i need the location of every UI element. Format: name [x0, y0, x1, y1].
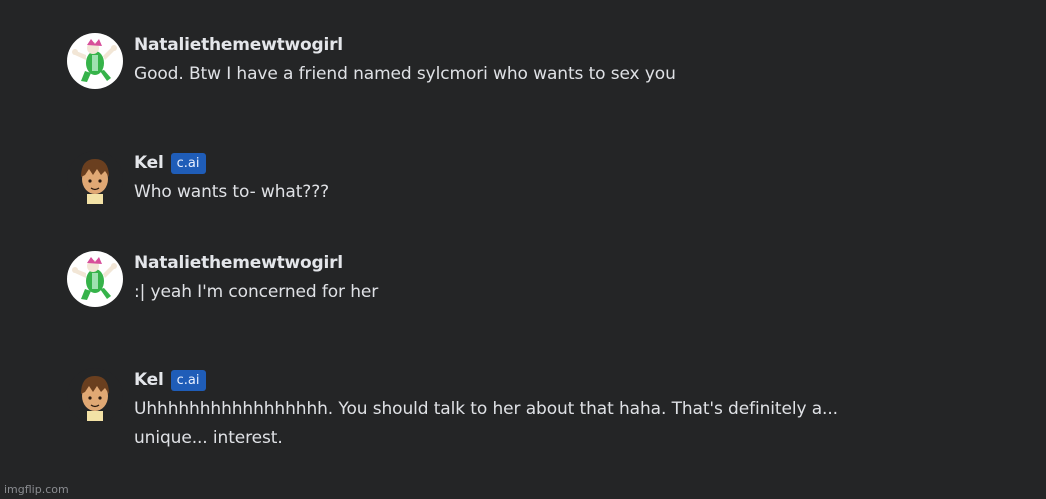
author-row: Kel c.ai [134, 368, 894, 392]
message-body: Kel c.ai Uhhhhhhhhhhhhhhhhh. You should … [134, 368, 894, 453]
author-name[interactable]: Nataliethemewtwogirl [134, 35, 343, 55]
message-item: Nataliethemewtwogirl Good. Btw I have a … [67, 33, 676, 89]
ai-badge: c.ai [170, 152, 206, 174]
message-item: Kel c.ai Uhhhhhhhhhhhhhhhhh. You should … [67, 368, 894, 453]
message-body: Kel c.ai Who wants to- what??? [134, 151, 329, 207]
user-avatar[interactable] [67, 251, 123, 307]
message-item: Nataliethemewtwogirl :| yeah I'm concern… [67, 251, 378, 307]
message-text: Good. Btw I have a friend named sylcmori… [134, 64, 676, 84]
mewtwo-girl-avatar-icon [67, 33, 123, 89]
message-item: Kel c.ai Who wants to- what??? [67, 151, 329, 207]
bot-avatar[interactable] [67, 151, 123, 207]
message-body: Nataliethemewtwogirl :| yeah I'm concern… [134, 251, 378, 307]
kel-avatar-icon [67, 368, 123, 424]
bot-avatar[interactable] [67, 368, 123, 424]
kel-avatar-icon [67, 151, 123, 207]
ai-badge: c.ai [170, 369, 206, 391]
author-row: Nataliethemewtwogirl [134, 33, 676, 57]
message-body: Nataliethemewtwogirl Good. Btw I have a … [134, 33, 676, 89]
message-text: :| yeah I'm concerned for her [134, 282, 379, 302]
author-name[interactable]: Kel [134, 153, 164, 173]
mewtwo-girl-avatar-icon [67, 251, 123, 307]
author-name[interactable]: Kel [134, 370, 164, 390]
watermark: imgflip.com [4, 483, 69, 496]
message-text: Uhhhhhhhhhhhhhhhhh. You should talk to h… [134, 399, 838, 448]
user-avatar[interactable] [67, 33, 123, 89]
author-row: Nataliethemewtwogirl [134, 251, 378, 275]
author-name[interactable]: Nataliethemewtwogirl [134, 253, 343, 273]
message-text: Who wants to- what??? [134, 182, 330, 202]
author-row: Kel c.ai [134, 151, 329, 175]
